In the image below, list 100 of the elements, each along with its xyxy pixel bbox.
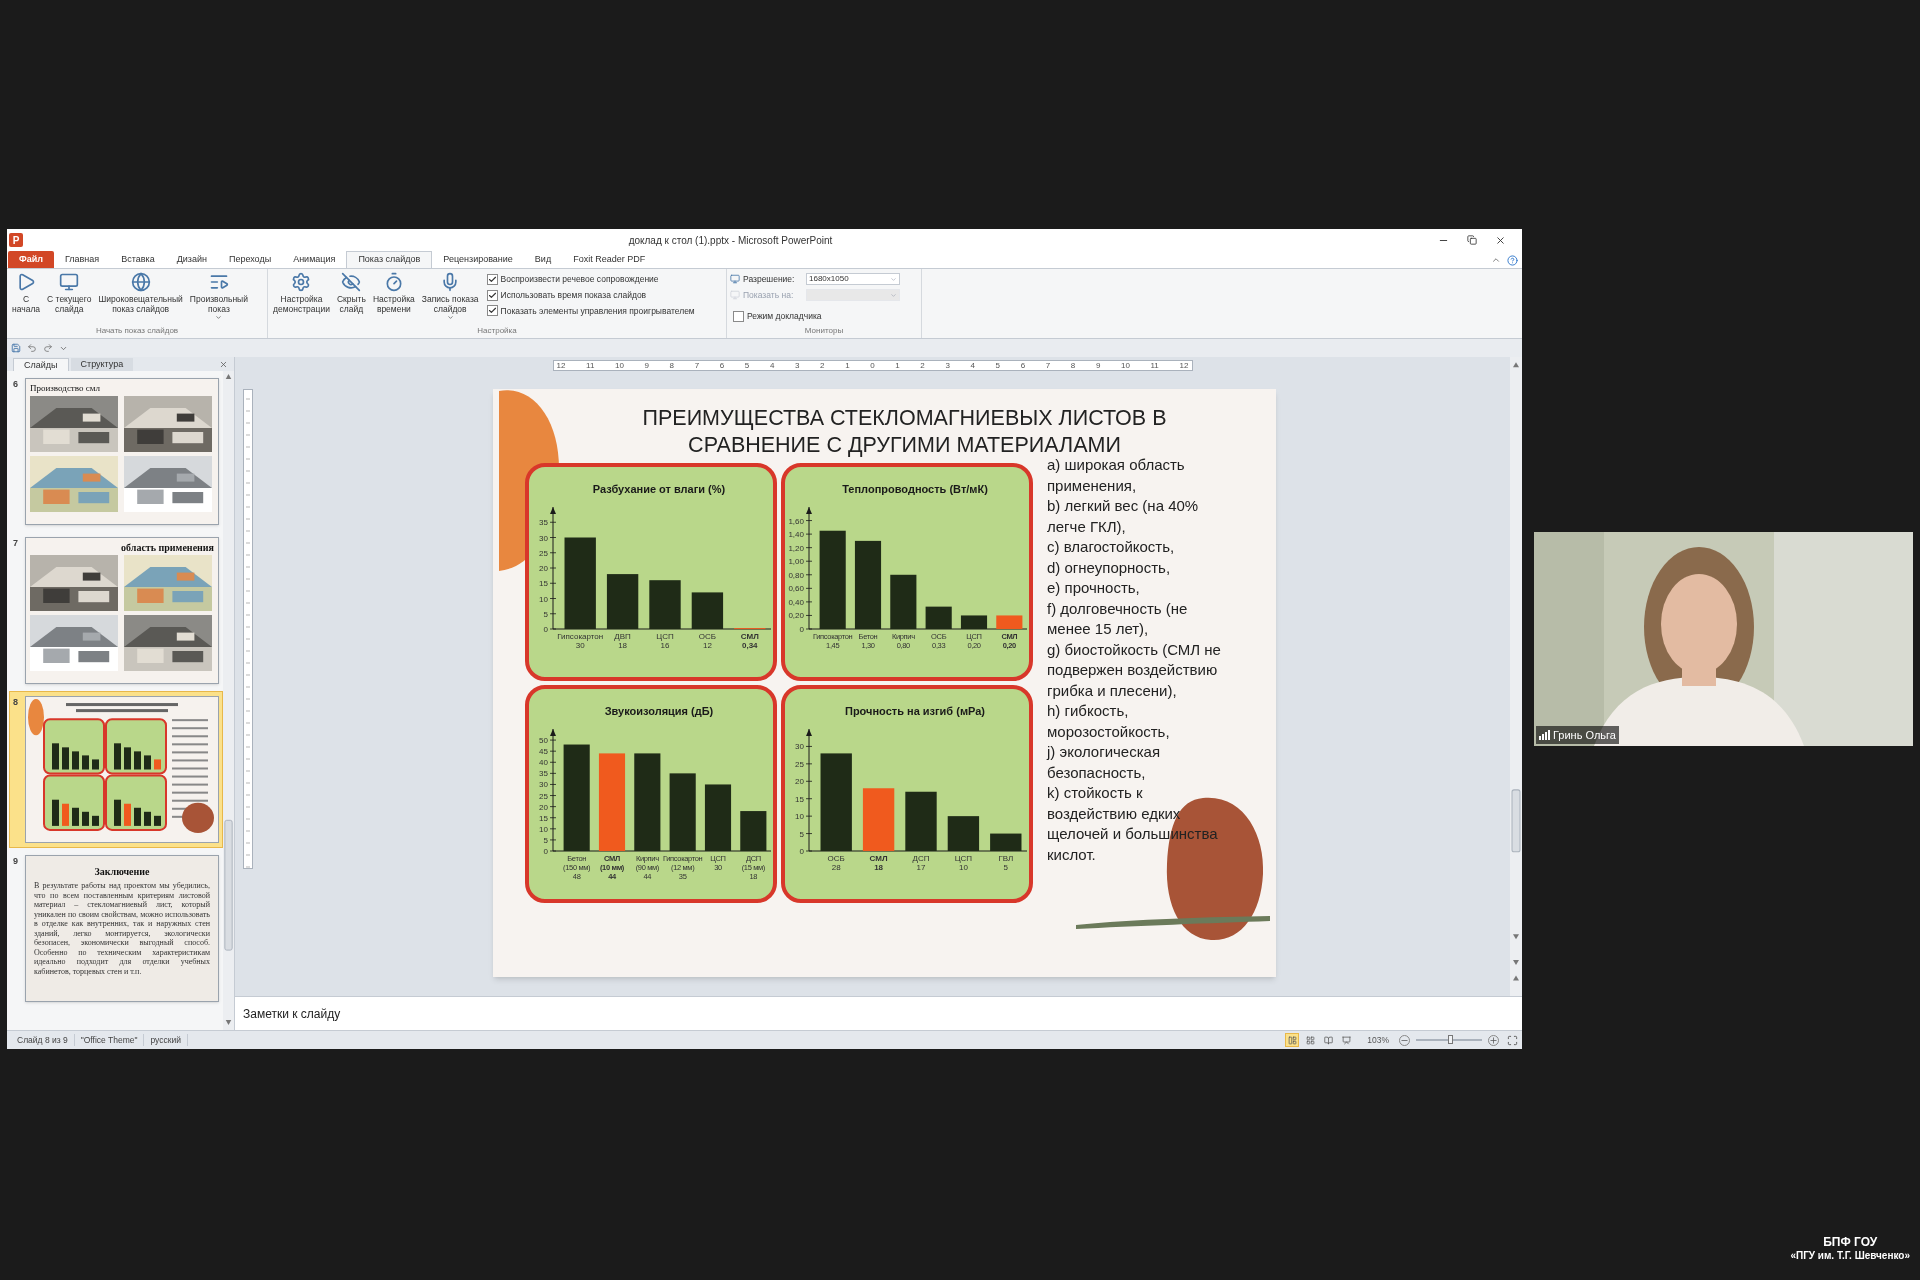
ruler-number: 6 [1020,361,1026,370]
ribbon-tab[interactable]: Главная [53,251,111,268]
ruler-number: 11 [586,361,595,370]
tick-label: 0,60 [788,584,804,594]
slide-thumbnail[interactable] [26,697,218,842]
bar [890,574,917,629]
slide-number: 7 [13,537,19,550]
ribbon-tab[interactable]: Переходы [217,251,283,268]
caret-icon [215,314,223,321]
tick-label: 35 [539,769,548,779]
tick-label: 0,80 [788,570,804,580]
checkbox[interactable] [486,273,498,285]
bar [960,615,988,629]
checkbox[interactable] [486,289,498,301]
slide-thumbnail[interactable]: область применения [25,537,219,684]
tick-label: 15 [539,813,548,823]
slide-thumbnail[interactable] [25,855,219,1002]
collapse-ribbon-icon[interactable] [1491,255,1501,265]
slide-title: Производство смл [30,383,100,394]
slide-text: В результате работы над проектом мы убедились, что по всем поставленным критериям листовой материал – стекломагниевый лист, который уникален по своим свойствам, можно использовать в отделке как внутренних, так и наружных стен зданий, легко монтируется, экологически безопасен, экономически выгодный способ. Особенно по техническим характеристикам идеально подходит для отделки учебных кабинетов, торцевых стен и т.п. [34,881,210,976]
bar [704,784,732,851]
tick-label: 20 [539,564,548,573]
close-icon[interactable] [1495,234,1506,246]
view-button[interactable] [1339,1033,1354,1047]
ribbon-tab[interactable]: Файл [8,251,54,268]
eye-off-icon [341,272,362,292]
chart-title: Разбухание от влаги (%) [592,483,726,495]
save-icon[interactable] [11,343,21,353]
category-label: ОСБ 12 [698,632,717,650]
ribbon-tab[interactable]: Показ слайдов [346,251,433,268]
ribbon-tab[interactable]: Рецензирование [432,251,524,268]
category-label: СМЛ 18 [869,854,888,872]
slide-thumbnail[interactable]: Производство смл [25,378,219,525]
group-label: Мониторы [803,325,845,337]
dropdown-field[interactable]: 1680x1050 [806,273,900,286]
ribbon-button[interactable]: С текущего слайда [45,272,94,314]
fit-to-window-icon[interactable] [1507,1034,1518,1046]
ruler-number: 10 [1121,361,1130,370]
panel-tab[interactable]: Слайды [13,358,69,371]
ruler-number: 9 [1095,361,1101,370]
checkbox-label: Использовать время показа слайдов [500,288,647,302]
tick-label: 0 [543,625,548,634]
checkbox-label: Показать элементы управления проигрывателем [500,304,695,318]
tick-label: 1,40 [788,530,804,540]
view-button[interactable] [1321,1033,1336,1047]
ribbon-button[interactable]: Настройка времени [370,272,417,314]
slide-number: 6 [13,378,19,391]
scrollbar[interactable] [1510,357,1522,996]
tick-label: 20 [795,777,804,787]
checkbox[interactable] [733,311,744,323]
help-icon[interactable] [1507,255,1518,266]
checkbox[interactable] [486,305,498,317]
category-label: ЦСП 16 [656,632,674,650]
tick-label: 5 [799,829,804,839]
ribbon-button[interactable]: Запись показа слайдов [419,272,481,321]
ribbon-tab[interactable]: Вставка [110,251,166,268]
redo-icon[interactable] [43,343,53,353]
caption-text: «ПГУ им. Т.Г. Шевченко» [1790,1249,1910,1262]
tick-label: 0 [799,847,804,856]
ribbon-button[interactable]: С начала [10,272,43,314]
undo-icon[interactable] [27,343,37,353]
ribbon-tab[interactable]: Вид [523,251,563,268]
tick-label: 0 [799,625,804,634]
zoom-slider-thumb[interactable] [1448,1035,1454,1044]
ribbon-tab[interactable]: Foxit Reader PDF [562,251,657,268]
tick-label: 45 [539,747,548,757]
ribbon-button[interactable]: Настройка демонстрации [271,272,332,314]
tick-label: 50 [539,736,548,746]
tick-label: 10 [539,824,548,834]
advantage-item: d) огнеупорность, [1047,557,1172,578]
tick-label: 25 [539,791,548,801]
zoom-level: 103% [1367,1033,1389,1047]
ribbon-button[interactable]: Произвольный показ [187,272,250,321]
view-button[interactable] [1285,1033,1300,1047]
panel-tab[interactable]: Структура [70,358,134,371]
ribbon-tab[interactable]: Анимация [282,251,347,268]
bar [990,833,1022,851]
view-button[interactable] [1303,1033,1318,1047]
ribbon-tab[interactable]: Дизайн [165,251,218,268]
ribbon-button[interactable]: Широковещательный показ слайдов [96,272,185,314]
tick-label: 15 [795,794,804,804]
slide-title: Заключение [94,865,150,879]
zoom-in-icon[interactable] [1488,1034,1499,1046]
tick-label: 5 [543,835,548,845]
notes-field[interactable]: Заметки к слайду [235,996,1522,1030]
tick-label: 30 [795,742,804,752]
gear-icon [291,272,312,292]
signal-icon [1539,729,1550,740]
tick-label: 0,20 [788,611,804,621]
scrollbar[interactable] [223,371,234,1030]
app-logo: P [9,233,23,247]
ribbon-button[interactable]: Скрыть слайд [334,272,368,314]
ruler-number: 11 [1150,361,1159,370]
participant-name: Гринь Ольга [1553,727,1616,743]
slide-number: 8 [13,696,19,709]
field-label: Показать на: [743,288,795,302]
restore-icon[interactable] [1467,234,1477,245]
tick-label: 10 [539,594,548,604]
tick-label: 30 [539,533,548,543]
caret-icon [446,314,454,321]
